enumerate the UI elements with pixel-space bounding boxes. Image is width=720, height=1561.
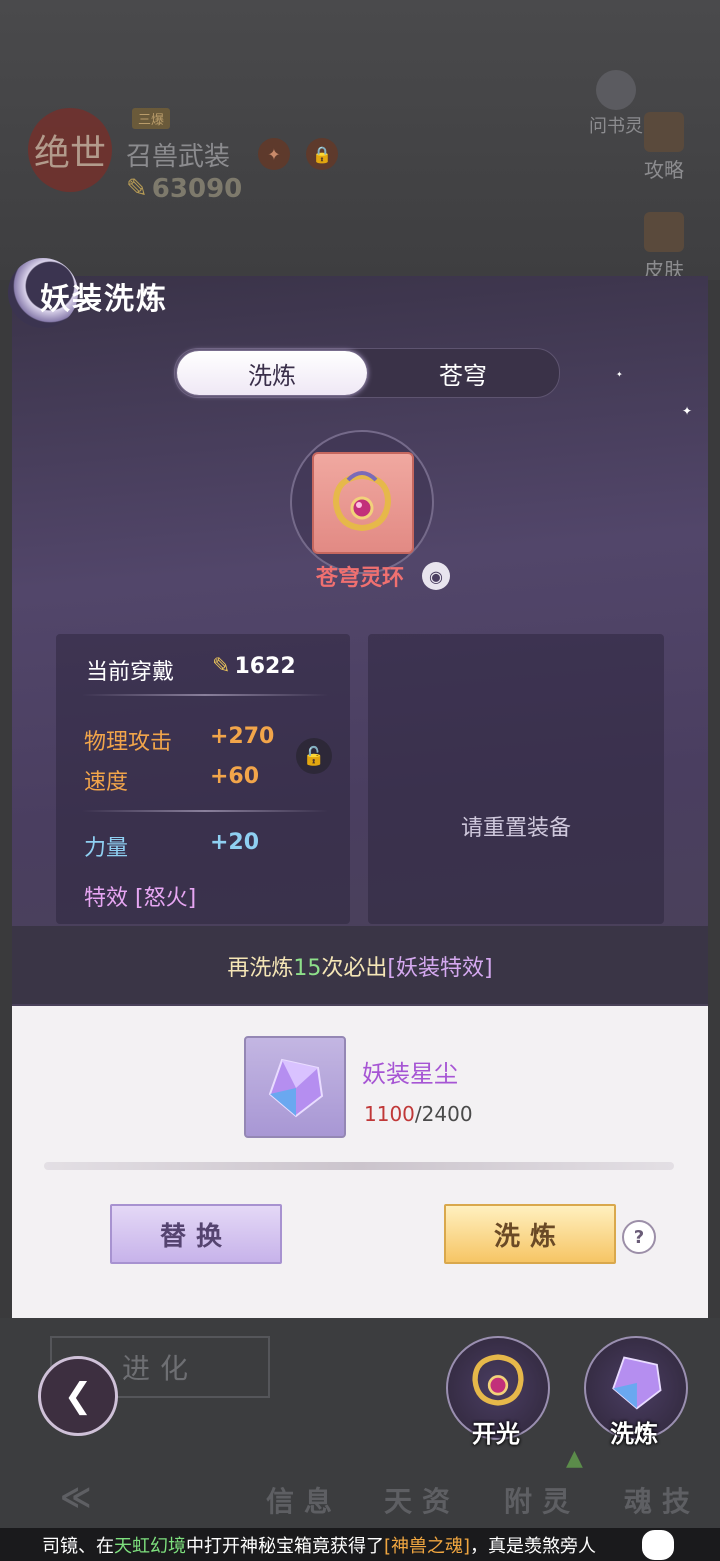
nav-soul-skill[interactable]: 魂技 <box>624 1480 700 1520</box>
equipment-slot[interactable] <box>312 452 414 554</box>
stat-name: 物理攻击 <box>84 730 173 755</box>
divider <box>82 694 328 696</box>
stardust-crystal-icon <box>268 1058 324 1118</box>
nav-spirit[interactable]: 附灵 <box>504 1480 580 1520</box>
ticker-end: ，真是羡煞旁人 <box>470 1536 597 1557</box>
sparkle-icon: ✦ <box>682 404 693 418</box>
stat-value: +60 <box>210 764 260 789</box>
stat-name: 力量 <box>84 836 129 861</box>
refine-button[interactable]: 洗炼 <box>444 1204 616 1264</box>
guide-button[interactable]: 攻略 <box>634 112 694 183</box>
ring-artifact-icon <box>472 1354 524 1406</box>
stardust-crystal-icon <box>612 1356 662 1410</box>
refine-tab-label: 洗炼 <box>610 1420 658 1448</box>
eye-icon[interactable]: ◉ <box>422 562 450 590</box>
guarantee-text: 再洗炼15次必出[妖装特效] <box>12 950 708 982</box>
ticker-middle: 中打开神秘宝箱竟获得了 <box>186 1536 384 1557</box>
weapon-power: ✎ 63090 <box>126 174 242 204</box>
material-need: /2400 <box>414 1102 473 1126</box>
ticker-item: [神兽之魂] <box>384 1536 471 1557</box>
nav-info[interactable]: 信息 <box>266 1480 342 1520</box>
current-power-value: 1622 <box>234 654 296 679</box>
reset-card: 请重置装备 <box>368 634 664 924</box>
material-slot[interactable] <box>244 1036 346 1138</box>
item-name: 苍穹灵环 <box>315 566 404 591</box>
consecrate-label: 开光 <box>472 1420 520 1448</box>
guarantee-prefix: 再洗炼 <box>227 956 294 981</box>
guarantee-suffix: 次必出 <box>321 956 388 981</box>
material-name: 妖装星尘 <box>362 1060 458 1088</box>
skin-button[interactable]: 皮肤 <box>634 212 694 283</box>
sparkle-icon: ✦ <box>616 370 623 379</box>
stat-name: 速度 <box>84 770 129 795</box>
power-quill-icon: ✎ <box>126 174 148 204</box>
weapon-name: 召兽武装 <box>126 142 231 172</box>
guarantee-count: 15 <box>293 956 322 981</box>
material-have: 1100 <box>364 1102 415 1126</box>
lock-small-icon[interactable]: 🔒 <box>306 138 338 170</box>
ticker-place: 天虹幻境 <box>114 1536 186 1557</box>
nav-talent[interactable]: 天资 <box>384 1480 460 1520</box>
tab-refine[interactable]: 洗炼 <box>177 351 367 395</box>
special-effect: 特效 [怒火] <box>84 886 197 911</box>
material-count: 1100/2400 <box>364 1102 473 1126</box>
medal-icon[interactable]: ✦ <box>258 138 290 170</box>
ring-artifact-icon <box>332 471 392 532</box>
divider <box>44 1162 674 1170</box>
replace-button[interactable]: 替换 <box>110 1204 282 1264</box>
ticker-player: 司镜、在 <box>42 1536 114 1557</box>
weapon-tag: 三爆 <box>132 108 171 129</box>
reset-hint: 请重置装备 <box>460 816 571 841</box>
tab-bar: 洗炼 苍穹 <box>174 348 560 398</box>
tab-sky[interactable]: 苍穹 <box>369 351 557 395</box>
unlock-icon[interactable]: 🔓 <box>296 738 332 774</box>
helper-avatar-icon <box>596 70 636 110</box>
stat-value: +20 <box>210 830 260 855</box>
upgrade-arrow-icon: ▲ <box>566 1446 583 1471</box>
stat-value: +270 <box>210 724 275 749</box>
back-button[interactable]: ❮ <box>38 1356 118 1436</box>
panel-title: 妖装洗炼 <box>40 282 168 317</box>
back-arrow-icon: ❮ <box>63 1376 93 1416</box>
skin-book-icon <box>644 212 684 252</box>
logo-icon: ≪ <box>60 1480 102 1515</box>
broadcast-text: 司镜、在天虹幻境中打开神秘宝箱竟获得了[神兽之魂]，真是羡煞旁人 <box>42 1532 596 1558</box>
rank-seal: 绝世 <box>28 108 112 192</box>
broadcast-ticker: 司镜、在天虹幻境中打开神秘宝箱竟获得了[神兽之魂]，真是羡煞旁人 <box>0 1528 720 1561</box>
cat-mascot-icon <box>642 1530 674 1560</box>
weapon-power-value: 63090 <box>151 174 243 204</box>
divider <box>82 810 328 812</box>
guarantee-effect: [妖装特效] <box>387 956 493 981</box>
guide-label: 攻略 <box>644 158 684 182</box>
guarantee-bar: 再洗炼15次必出[妖装特效] <box>12 926 708 1004</box>
book-icon <box>644 112 684 152</box>
help-icon[interactable]: ? <box>622 1220 656 1254</box>
power-quill-icon: ✎ <box>212 654 231 679</box>
current-label: 当前穿戴 <box>86 660 175 685</box>
current-power: ✎ 1622 <box>212 654 296 679</box>
